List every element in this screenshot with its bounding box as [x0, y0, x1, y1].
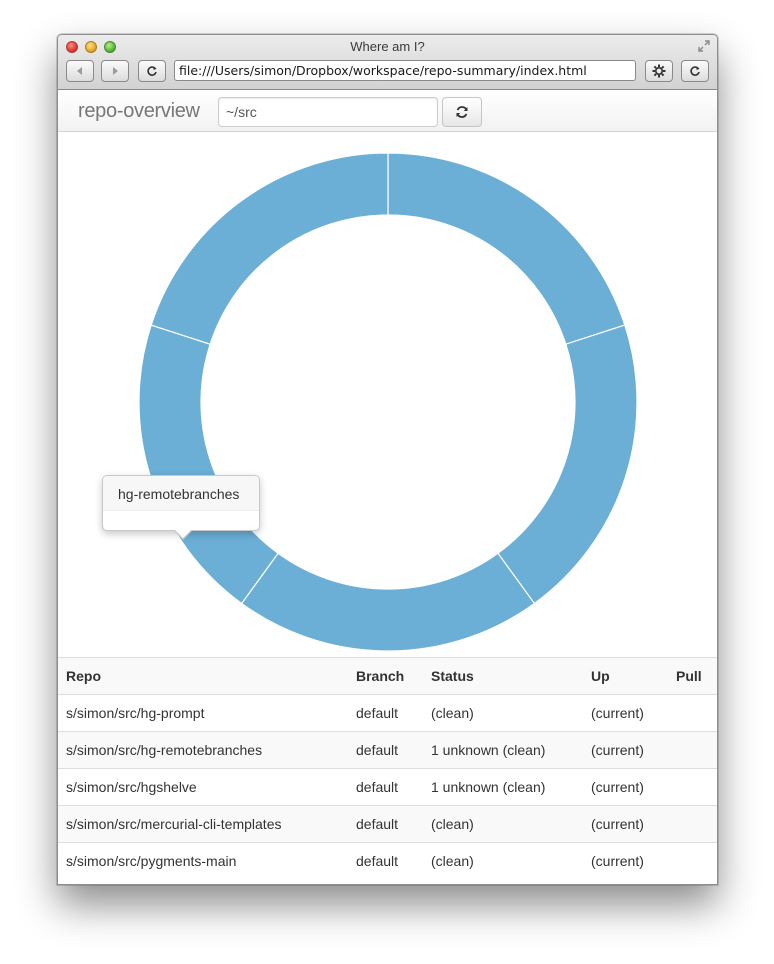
title-bar: Where am I? file:///Users/simon/Dropbox/… — [58, 35, 717, 90]
reload-icon — [690, 66, 700, 76]
cell-repo: s/simon/src/hgshelve — [58, 768, 348, 806]
column-header-branch[interactable]: Branch — [348, 657, 423, 695]
donut-segment-hgshelve[interactable] — [240, 552, 536, 652]
table-row[interactable]: s/simon/src/hgshelve default 1 unknown (… — [58, 768, 717, 806]
table-row[interactable]: s/simon/src/hg-remotebranches default 1 … — [58, 731, 717, 769]
cell-up: (current) — [583, 805, 668, 843]
donut-chart: hg-remotebranches — [58, 132, 717, 657]
donut-segment-hg-prompt[interactable] — [387, 152, 626, 345]
cell-up: (current) — [583, 842, 668, 880]
tooltip-title: hg-remotebranches — [103, 476, 259, 511]
cell-status: 1 unknown (clean) — [423, 768, 583, 806]
column-header-pull[interactable]: Pull — [668, 657, 717, 695]
reload-icon — [147, 66, 157, 76]
column-header-up[interactable]: Up — [583, 657, 668, 695]
settings-button[interactable] — [645, 60, 673, 82]
cell-repo: s/simon/src/hg-prompt — [58, 694, 348, 732]
cell-pull — [668, 842, 717, 880]
brand-link[interactable]: repo-overview — [78, 100, 200, 123]
path-input[interactable] — [218, 97, 438, 127]
cell-up: (current) — [583, 694, 668, 732]
cell-pull — [668, 768, 717, 806]
table-row[interactable]: s/simon/src/pygments-main default (clean… — [58, 842, 717, 880]
back-arrow-icon — [77, 67, 82, 75]
cell-status: 1 unknown (clean) — [423, 731, 583, 769]
back-button[interactable] — [66, 60, 94, 82]
cell-branch: default — [348, 842, 423, 880]
cell-pull — [668, 805, 717, 843]
cell-branch: default — [348, 768, 423, 806]
table-row[interactable]: s/simon/src/mercurial-cli-templates defa… — [58, 805, 717, 843]
cell-repo: s/simon/src/mercurial-cli-templates — [58, 805, 348, 843]
donut-segment-pygments-main[interactable] — [150, 152, 389, 345]
cell-pull — [668, 694, 717, 732]
tooltip-arrow-inner — [175, 530, 191, 538]
forward-arrow-icon — [113, 67, 118, 75]
donut-chart-svg — [138, 152, 638, 652]
donut-segment-hg-remotebranches[interactable] — [497, 324, 638, 605]
column-header-repo[interactable]: Repo — [58, 657, 348, 695]
cell-repo: s/simon/src/hg-remotebranches — [58, 731, 348, 769]
column-header-status[interactable]: Status — [423, 657, 583, 695]
cell-branch: default — [348, 694, 423, 732]
cell-repo: s/simon/src/pygments-main — [58, 842, 348, 880]
app-navbar: repo-overview — [58, 90, 717, 132]
cell-status: (clean) — [423, 805, 583, 843]
cell-branch: default — [348, 805, 423, 843]
address-bar[interactable]: file:///Users/simon/Dropbox/workspace/re… — [174, 60, 636, 81]
table-row[interactable]: s/simon/src/hg-prompt default (clean) (c… — [58, 694, 717, 732]
reload-button[interactable] — [138, 60, 166, 82]
table-header-row: Repo Branch Status Up Pull — [58, 657, 717, 695]
gear-icon — [652, 64, 666, 78]
cell-up: (current) — [583, 731, 668, 769]
forward-button[interactable] — [101, 60, 129, 82]
cell-up: (current) — [583, 768, 668, 806]
refresh-button[interactable] — [442, 97, 482, 127]
segment-tooltip: hg-remotebranches — [102, 475, 260, 540]
repo-table: Repo Branch Status Up Pull s/simon/src/h… — [58, 657, 717, 880]
reload-page-button[interactable] — [681, 60, 709, 82]
cell-status: (clean) — [423, 842, 583, 880]
donut-segment-mercurial-cli-templates[interactable] — [138, 324, 279, 605]
cell-branch: default — [348, 731, 423, 769]
refresh-icon — [456, 106, 468, 118]
cell-pull — [668, 731, 717, 769]
browser-window: Where am I? file:///Users/simon/Dropbox/… — [57, 34, 718, 885]
fullscreen-icon[interactable] — [697, 39, 711, 53]
cell-status: (clean) — [423, 694, 583, 732]
window-title: Where am I? — [350, 39, 425, 54]
